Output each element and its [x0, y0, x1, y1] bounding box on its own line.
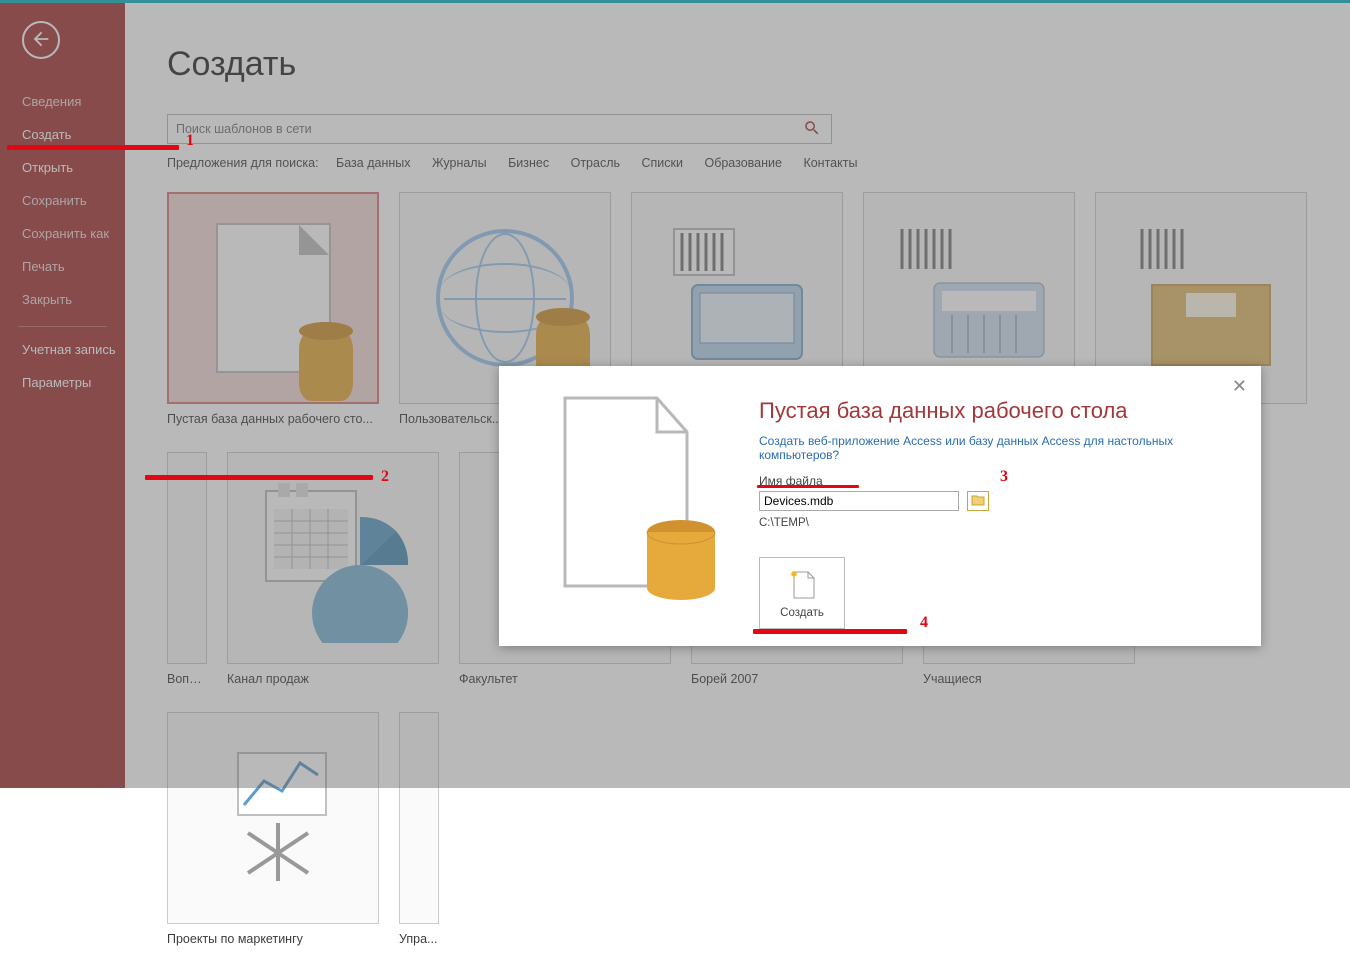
- filename-label: Имя файла: [759, 474, 1243, 488]
- template-partial[interactable]: Вопросы...: [167, 452, 207, 686]
- close-button[interactable]: ✕: [1232, 376, 1247, 397]
- template-search-box[interactable]: [167, 114, 832, 144]
- browse-button[interactable]: [967, 491, 989, 511]
- dialog-title: Пустая база данных рабочего стола: [759, 398, 1243, 424]
- page-title: Создать: [167, 45, 1350, 84]
- file-path: C:\TEMP\: [759, 517, 1243, 529]
- search-input[interactable]: [176, 122, 803, 136]
- sidebar-item-print[interactable]: Печать: [0, 250, 125, 283]
- filename-input[interactable]: [759, 491, 959, 511]
- template-thumbnail: [167, 192, 379, 404]
- template-caption: Канал продаж: [227, 672, 439, 686]
- template-thumbnail: [167, 452, 207, 664]
- sidebar-item-info[interactable]: Сведения: [0, 85, 125, 118]
- dialog-illustration: [529, 388, 729, 629]
- arrow-left-icon: [30, 28, 52, 53]
- create-button-label: Создать: [780, 607, 824, 619]
- template-blank-desktop-db[interactable]: Пустая база данных рабочего сто...: [167, 192, 379, 426]
- template-caption: Факультет: [459, 672, 671, 686]
- folder-open-icon: [971, 494, 985, 509]
- template-caption: Упра...: [399, 932, 439, 946]
- suggest-link[interactable]: Контакты: [803, 156, 857, 170]
- template-caption: Проекты по маркетингу: [167, 932, 379, 946]
- sidebar-item-new[interactable]: Создать: [0, 118, 125, 151]
- template-caption: Борей 2007: [691, 672, 903, 686]
- sidebar-item-save[interactable]: Сохранить: [0, 184, 125, 217]
- new-document-icon: [788, 568, 816, 603]
- sidebar-item-close[interactable]: Закрыть: [0, 283, 125, 316]
- sidebar-item-options[interactable]: Параметры: [0, 366, 125, 399]
- close-icon: ✕: [1232, 376, 1247, 396]
- template-thumbnail: [167, 712, 379, 924]
- search-suggestions: Предложения для поиска: База данных Журн…: [167, 156, 1350, 170]
- sidebar-item-account[interactable]: Учетная запись: [0, 333, 125, 366]
- suggest-link[interactable]: Образование: [704, 156, 781, 170]
- template-marketing-projects[interactable]: Проекты по маркетингу: [167, 712, 379, 946]
- suggest-link[interactable]: Журналы: [432, 156, 487, 170]
- search-icon[interactable]: [803, 119, 831, 140]
- template-caption: Вопросы...: [167, 672, 207, 686]
- template-caption: Пустая база данных рабочего сто...: [167, 412, 379, 426]
- template-sales-pipeline[interactable]: Канал продаж: [227, 452, 439, 686]
- suggest-link[interactable]: База данных: [336, 156, 410, 170]
- suggest-link[interactable]: Отрасль: [571, 156, 620, 170]
- create-button[interactable]: Создать: [759, 557, 845, 629]
- suggestions-label: Предложения для поиска:: [167, 156, 319, 170]
- template-thumbnail: [399, 712, 439, 924]
- template-thumbnail: [227, 452, 439, 664]
- back-button[interactable]: [22, 21, 60, 59]
- suggest-link[interactable]: Бизнес: [508, 156, 549, 170]
- new-database-dialog: ✕ Пустая база данных рабочего стола Созд…: [499, 366, 1261, 646]
- template-caption: Учащиеся: [923, 672, 1135, 686]
- suggest-link[interactable]: Списки: [642, 156, 683, 170]
- backstage-sidebar: Сведения Создать Открыть Сохранить Сохра…: [0, 3, 125, 788]
- sidebar-item-open[interactable]: Открыть: [0, 151, 125, 184]
- sidebar-item-saveas[interactable]: Сохранить как: [0, 217, 125, 250]
- template-partial-2[interactable]: Упра...: [399, 712, 439, 946]
- dialog-subtitle[interactable]: Создать веб-приложение Access или базу д…: [759, 434, 1243, 462]
- sidebar-separator: [18, 326, 107, 327]
